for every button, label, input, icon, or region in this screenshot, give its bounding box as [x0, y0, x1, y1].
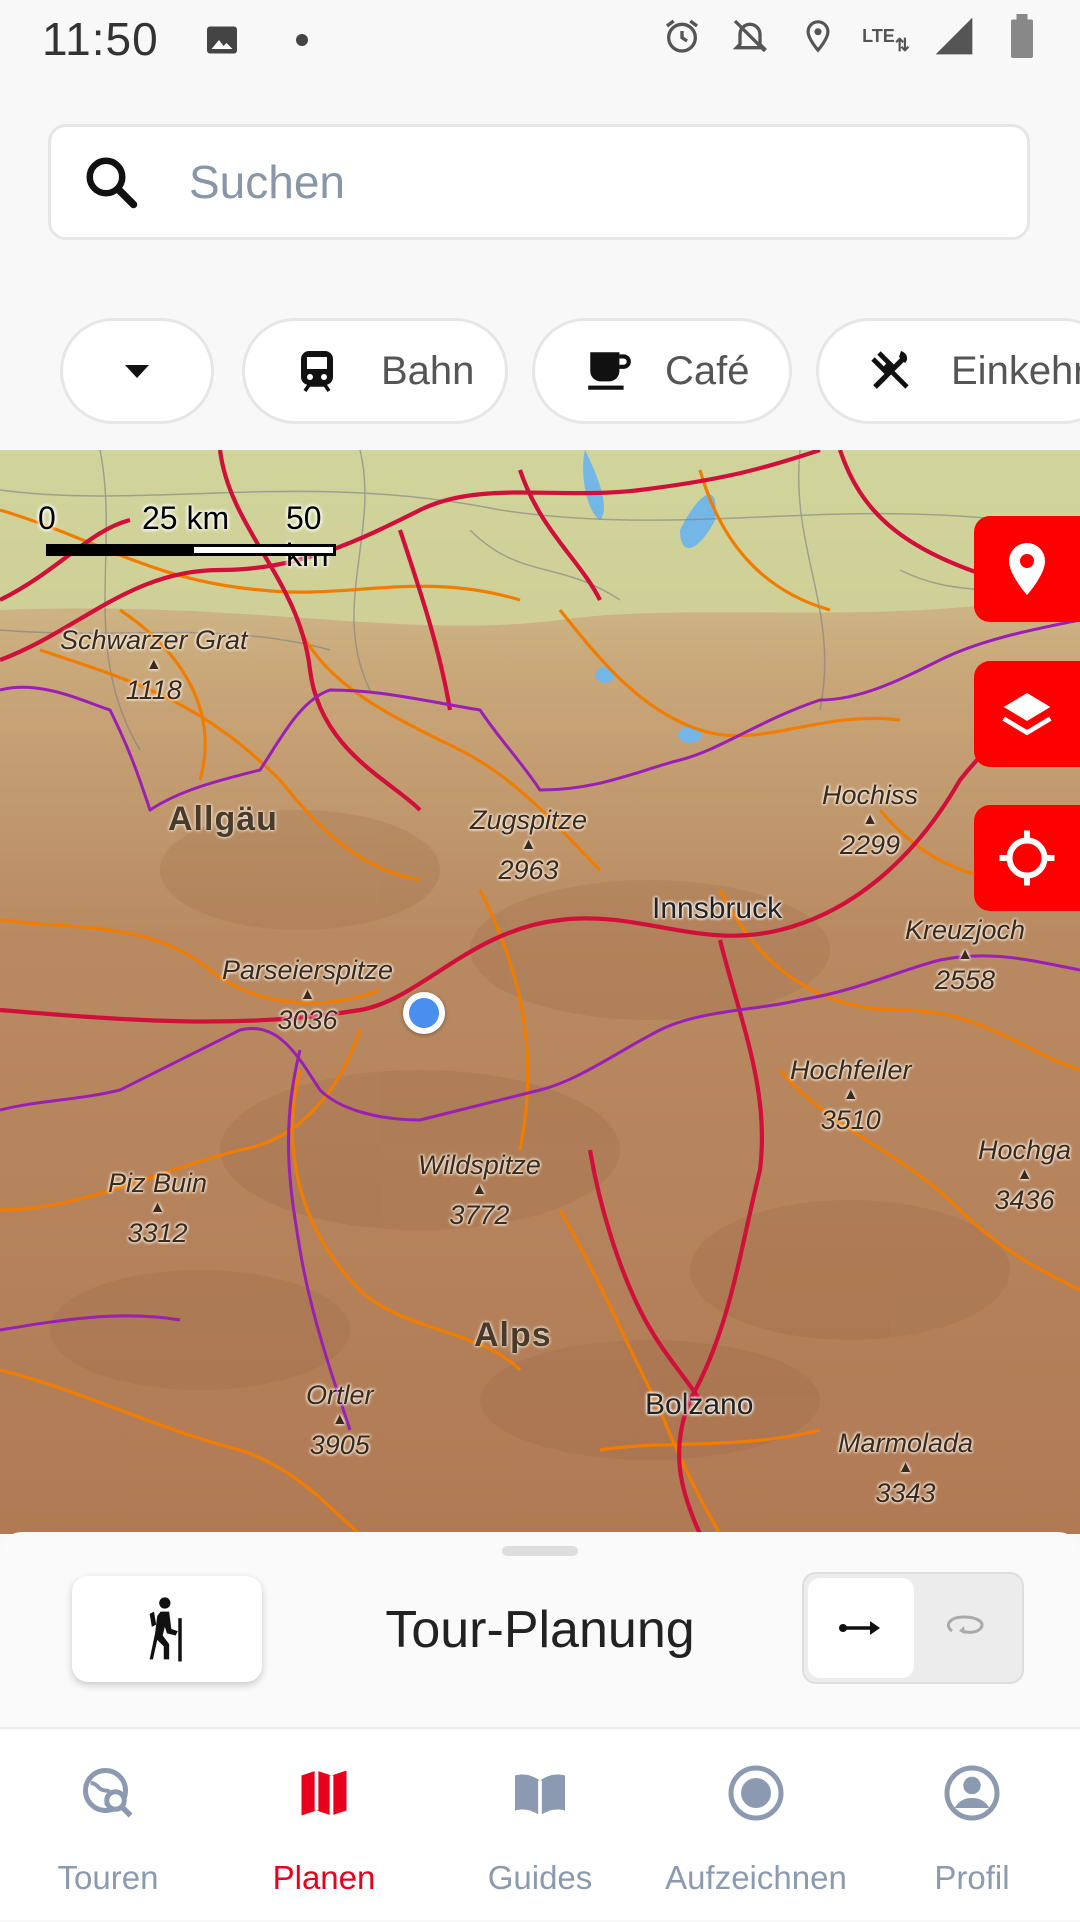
sheet-drag-handle[interactable]	[502, 1546, 578, 1556]
nav-profil[interactable]: Profil	[864, 1729, 1080, 1922]
poi-marker-button[interactable]	[974, 516, 1080, 622]
chip-label: Bahn	[381, 348, 475, 393]
status-time: 11:50	[42, 13, 159, 65]
dot-notification-icon	[280, 18, 324, 62]
record-icon	[728, 1765, 784, 1821]
peak-label: Wildspitze ▲ 3772	[418, 1150, 541, 1230]
loop-arrow-icon	[947, 1615, 984, 1634]
region-label-allgaeu: Allgäu	[168, 800, 278, 838]
layers-icon	[1002, 693, 1052, 736]
nav-planen[interactable]: Planen	[216, 1729, 432, 1922]
peak-label: Zugspitze ▲ 2963	[470, 805, 588, 885]
search-input[interactable]	[187, 154, 951, 210]
category-chips: Bahn Café Einkehr	[60, 318, 1080, 424]
one-way-route-option[interactable]	[808, 1578, 914, 1678]
scale-label-50: 50 km	[286, 500, 329, 573]
arrow-right-icon	[839, 1621, 880, 1635]
chip-more-dropdown[interactable]	[60, 318, 214, 424]
crosshair-icon	[999, 830, 1055, 886]
chip-einkehr[interactable]: Einkehr	[816, 318, 1080, 424]
peak-label: Parseierspitze ▲ 3036	[222, 955, 394, 1035]
search-icon	[86, 157, 138, 209]
city-label-bolzano: Bolzano	[645, 1388, 754, 1421]
peak-label: Schwarzer Grat ▲ 1118	[60, 625, 248, 705]
nav-guides[interactable]: Guides	[432, 1729, 648, 1922]
tour-planning-sheet: Tour-Planung	[0, 1532, 1080, 1727]
peak-label: Hochfeiler ▲ 3510	[790, 1055, 912, 1135]
peak-label: Ortler ▲ 3905	[306, 1380, 374, 1460]
map-pin-icon	[1009, 543, 1045, 595]
scale-bar	[46, 544, 336, 556]
status-bar: 11:50 LTE ⇅	[0, 0, 1080, 80]
nav-label: Touren	[57, 1859, 159, 1896]
city-label-innsbruck: Innsbruck	[652, 892, 783, 925]
current-location-marker	[403, 992, 445, 1034]
bottom-navigation: Touren Planen Guides Aufzeichnen Profil	[0, 1727, 1080, 1920]
search-globe-icon	[83, 1768, 133, 1818]
nav-touren[interactable]: Touren	[0, 1729, 216, 1922]
locate-me-button[interactable]	[974, 805, 1080, 911]
signal-icon	[932, 14, 976, 58]
chip-cafe[interactable]: Café	[532, 318, 792, 424]
round-trip-route-option[interactable]	[912, 1578, 1018, 1678]
nav-label: Planen	[272, 1859, 376, 1896]
notifications-off-icon	[728, 14, 772, 58]
nav-label: Guides	[487, 1859, 593, 1896]
location-icon	[796, 14, 840, 58]
profile-icon	[944, 1765, 1000, 1821]
scale-label-25: 25 km	[142, 500, 230, 536]
coffee-icon	[588, 352, 631, 390]
nav-aufzeichnen[interactable]: Aufzeichnen	[648, 1729, 864, 1922]
book-icon	[515, 1774, 565, 1816]
chevron-down-icon	[125, 365, 149, 378]
peak-label: Hochiss ▲ 2299	[822, 780, 919, 860]
nav-label: Aufzeichnen	[665, 1859, 847, 1896]
network-type-label: LTE ⇅	[862, 26, 910, 55]
alarm-icon	[660, 14, 704, 58]
peak-label: Hochga ▲ 3436	[978, 1135, 1072, 1215]
chip-bahn[interactable]: Bahn	[242, 318, 508, 424]
region-label-alps: Alps	[474, 1316, 552, 1354]
nav-label: Profil	[934, 1859, 1010, 1896]
peak-label: Kreuzjoch ▲ 2558	[905, 915, 1026, 995]
chip-label: Einkehr	[951, 348, 1080, 393]
train-icon	[301, 351, 333, 392]
restaurant-icon	[871, 351, 909, 389]
map-layers-button[interactable]	[974, 661, 1080, 767]
search-bar[interactable]	[48, 124, 1030, 240]
map-icon	[301, 1770, 347, 1816]
map-view[interactable]: 0 25 km 50 km Schwarzer Grat▲1118 Zugspi…	[0, 450, 1080, 1534]
map-scale: 0 25 km 50 km	[38, 500, 338, 573]
image-notification-icon	[200, 18, 244, 62]
peak-label: Piz Buin ▲ 3312	[108, 1168, 208, 1248]
scale-label-0: 0	[38, 500, 56, 536]
route-type-toggle	[802, 1572, 1024, 1684]
battery-icon	[1000, 14, 1044, 58]
chip-label: Café	[665, 348, 750, 393]
peak-label: Marmolada ▲ 3343	[838, 1428, 974, 1508]
